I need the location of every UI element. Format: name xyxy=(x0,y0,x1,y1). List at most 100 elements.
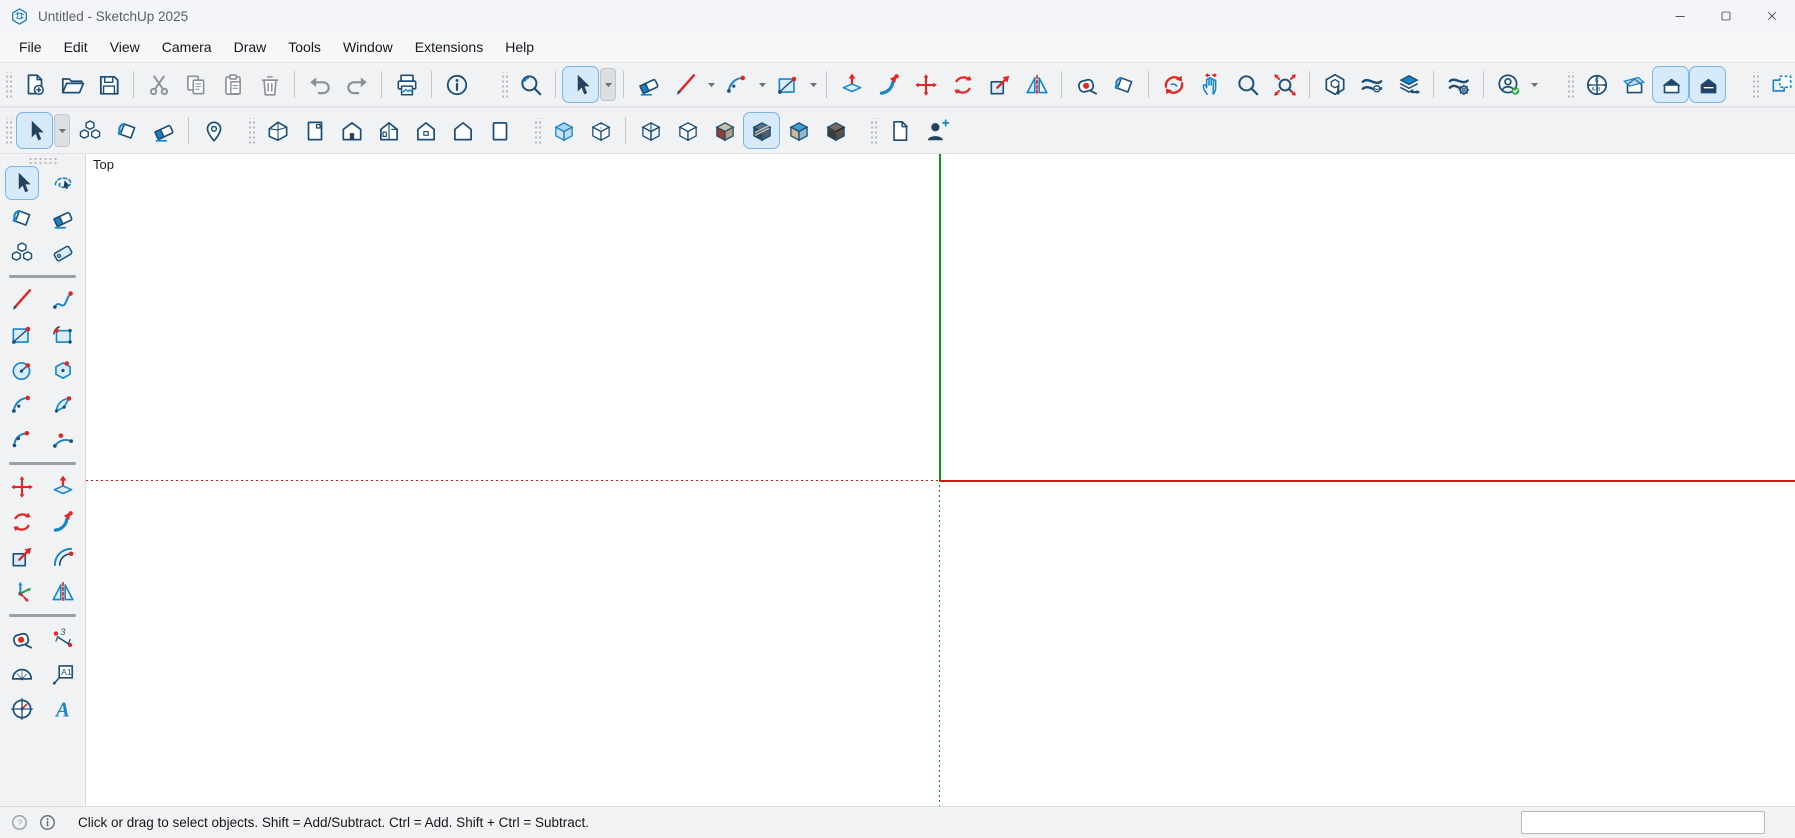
move-tool-button[interactable] xyxy=(5,470,39,504)
copy-region-button[interactable] xyxy=(1763,66,1795,103)
zoom-extents-button[interactable] xyxy=(1266,66,1303,103)
tag-tool-button[interactable] xyxy=(46,236,80,270)
orbit-button[interactable] xyxy=(1155,66,1192,103)
style-xray-button[interactable] xyxy=(545,112,582,149)
open-button[interactable] xyxy=(53,66,90,103)
drag-handle[interactable] xyxy=(5,118,12,144)
menu-view[interactable]: View xyxy=(99,35,151,59)
paint-bucket-button[interactable] xyxy=(1105,66,1142,103)
freehand-tool-button[interactable] xyxy=(46,283,80,317)
line-button[interactable] xyxy=(667,66,704,103)
account-dropdown-button[interactable] xyxy=(1527,68,1541,101)
menu-help[interactable]: Help xyxy=(494,35,545,59)
rectangle-tool-button[interactable] xyxy=(5,318,39,352)
compass-tool-button[interactable] xyxy=(5,692,39,726)
3d-warehouse-button[interactable] xyxy=(1316,66,1353,103)
select-dropdown-button[interactable] xyxy=(54,114,70,147)
drag-handle[interactable] xyxy=(501,72,508,98)
extension-warehouse-button[interactable] xyxy=(1353,66,1390,103)
style-hidden-line-button[interactable] xyxy=(669,112,706,149)
print-button[interactable] xyxy=(388,66,425,103)
drag-handle[interactable] xyxy=(248,118,255,144)
paint-bucket-button[interactable] xyxy=(108,112,145,149)
menu-extensions[interactable]: Extensions xyxy=(404,35,494,59)
follow-me-button[interactable] xyxy=(870,66,907,103)
offset-tool-button[interactable] xyxy=(46,540,80,574)
arc-dropdown-button[interactable] xyxy=(755,68,769,101)
account-button[interactable] xyxy=(1490,66,1527,103)
menu-draw[interactable]: Draw xyxy=(223,35,278,59)
drag-handle[interactable] xyxy=(1567,72,1574,98)
delete-button[interactable] xyxy=(251,66,288,103)
style-ambient-occlusion-button[interactable] xyxy=(817,112,854,149)
eraser-button[interactable] xyxy=(630,66,667,103)
display-section-planes-button[interactable] xyxy=(1615,66,1652,103)
select-tool-button[interactable] xyxy=(5,166,39,200)
display-section-cuts-button[interactable] xyxy=(1652,66,1689,103)
measurements-input[interactable] xyxy=(1521,811,1765,834)
pie-tool-button[interactable] xyxy=(46,388,80,422)
save-button[interactable] xyxy=(90,66,127,103)
zoom-button[interactable] xyxy=(1229,66,1266,103)
drag-handle[interactable] xyxy=(534,118,541,144)
rectangle-dropdown-button[interactable] xyxy=(806,68,820,101)
cut-button[interactable] xyxy=(140,66,177,103)
view-left-button[interactable] xyxy=(444,112,481,149)
arc-3-point-tool-button[interactable] xyxy=(5,423,39,457)
view-back-button[interactable] xyxy=(407,112,444,149)
close-button[interactable] xyxy=(1749,0,1795,32)
view-front-button[interactable] xyxy=(333,112,370,149)
undo-button[interactable] xyxy=(301,66,338,103)
tape-measure-button[interactable] xyxy=(1068,66,1105,103)
rectangle-button[interactable] xyxy=(769,66,806,103)
drag-handle[interactable] xyxy=(1752,72,1759,98)
view-iso-button[interactable] xyxy=(259,112,296,149)
rotated-rectangle-tool-button[interactable] xyxy=(46,318,80,352)
text-tool-button[interactable]: A1 xyxy=(46,657,80,691)
rotate-button[interactable] xyxy=(944,66,981,103)
viewport[interactable]: Top xyxy=(86,154,1795,806)
view-right-button[interactable] xyxy=(370,112,407,149)
tape-measure-tool-button[interactable] xyxy=(5,622,39,656)
paint-bucket-tool-button[interactable] xyxy=(5,201,39,235)
follow-me-tool-button[interactable] xyxy=(46,505,80,539)
push-pull-button[interactable] xyxy=(833,66,870,103)
style-shaded-with-textures-button[interactable] xyxy=(743,112,780,149)
copy-button[interactable] xyxy=(177,66,214,103)
new-document-button[interactable] xyxy=(16,66,53,103)
extension-manager-button[interactable] xyxy=(1440,66,1477,103)
scale-button[interactable] xyxy=(981,66,1018,103)
view-bottom-button[interactable] xyxy=(481,112,518,149)
flip-tool-button[interactable] xyxy=(46,575,80,609)
style-shaded-button[interactable] xyxy=(706,112,743,149)
display-section-fill-button[interactable] xyxy=(1689,66,1726,103)
pan-button[interactable] xyxy=(1192,66,1229,103)
arc-button[interactable] xyxy=(718,66,755,103)
3d-text-tool-button[interactable]: A xyxy=(46,692,80,726)
menu-edit[interactable]: Edit xyxy=(53,35,99,59)
arc-2-point-tool-button[interactable] xyxy=(46,423,80,457)
components-button[interactable] xyxy=(71,112,108,149)
blank-page-button[interactable] xyxy=(881,112,918,149)
drag-handle[interactable] xyxy=(5,72,12,98)
line-tool-button[interactable] xyxy=(5,283,39,317)
eraser-tool-button[interactable] xyxy=(46,201,80,235)
send-to-layout-button[interactable] xyxy=(1390,66,1427,103)
menu-file[interactable]: File xyxy=(8,35,53,59)
style-monochrome-button[interactable] xyxy=(780,112,817,149)
geolocation-help-button[interactable]: ? xyxy=(10,813,29,832)
lasso-tool-button[interactable] xyxy=(46,166,80,200)
polygon-tool-button[interactable] xyxy=(46,353,80,387)
menu-camera[interactable]: Camera xyxy=(151,35,223,59)
menu-window[interactable]: Window xyxy=(332,35,404,59)
add-person-button[interactable] xyxy=(918,112,955,149)
axes-tool-button[interactable] xyxy=(5,575,39,609)
push-pull-tool-button[interactable] xyxy=(46,470,80,504)
view-top-button[interactable] xyxy=(296,112,333,149)
flip-button[interactable] xyxy=(1018,66,1055,103)
protractor-tool-button[interactable] xyxy=(5,657,39,691)
components-tool-button[interactable] xyxy=(5,236,39,270)
rotate-tool-button[interactable] xyxy=(5,505,39,539)
search-sketchup-button[interactable] xyxy=(512,66,549,103)
eraser-button[interactable] xyxy=(145,112,182,149)
